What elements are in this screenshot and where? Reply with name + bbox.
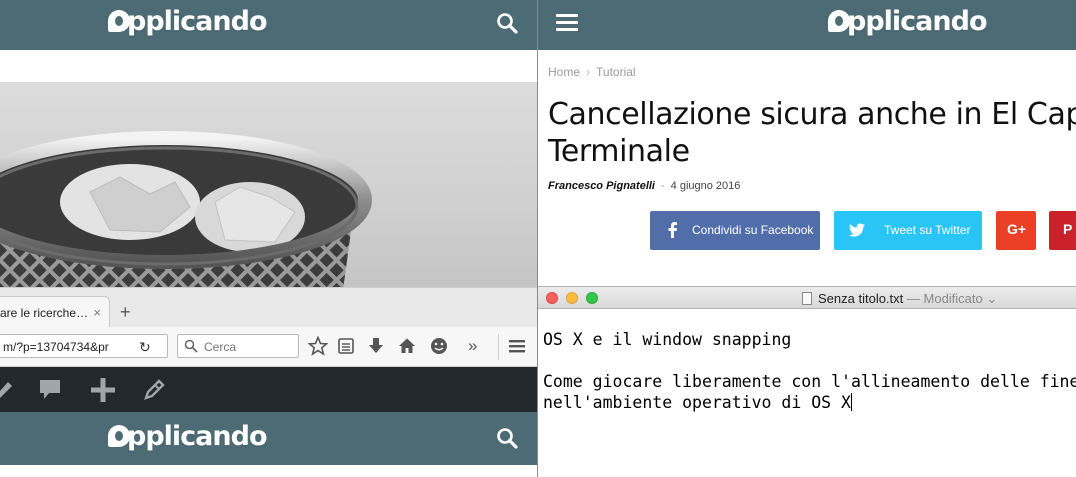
pinterest-icon: P [1063,221,1073,237]
text-line-4: nell'ambiente operativo di OS X [543,393,852,412]
search-box[interactable]: Cerca [177,334,299,358]
new-tab-button[interactable]: + [120,302,131,323]
title-chevron-down-icon: ⌄ [986,291,998,306]
logo-a-icon [108,10,130,32]
breadcrumb-tutorial[interactable]: Tutorial [596,65,636,79]
google-plus-icon: G+ [1007,221,1027,237]
share-pinterest-button[interactable]: P [1049,211,1076,250]
applicando-logo[interactable]: pplicando [108,6,267,37]
applicando-logo-bottom[interactable]: pplicando [108,421,267,452]
textedit-window: Senza titolo.txt — Modificato ⌄ OS X e i… [538,286,1076,477]
firefox-navigation-bar: m/?p=13704734&pr ↻ Cerca » [0,327,537,367]
hello-chat-icon[interactable] [429,336,449,356]
zoom-window-button[interactable] [586,292,598,304]
breadcrumb-home[interactable]: Home [548,65,580,79]
right-browser-window: pplicando Home › Tutorial Cancellazione si… [537,0,1076,477]
customize-brush-icon[interactable] [0,376,16,404]
filename: Senza titolo.txt [818,291,904,306]
site-header-top: pplicando [0,0,537,50]
publish-date: 4 giugno 2016 [670,180,741,192]
left-browser-window: pplicando are le ricerche… × + m/?p=1370… [0,0,537,477]
menu-hamburger-icon[interactable] [507,336,527,356]
textedit-titlebar[interactable]: Senza titolo.txt — Modificato ⌄ [538,287,1076,309]
menu-hamburger-icon[interactable] [556,14,578,32]
overflow-chevron-icon[interactable]: » [468,336,477,356]
reading-list-icon[interactable] [336,336,356,356]
trash-basket-illustration [0,131,372,292]
author-link[interactable]: Francesco Pignatelli [548,180,655,192]
text-line-2 [543,350,1076,371]
bookmark-star-icon[interactable] [308,336,328,356]
url-bar[interactable]: m/?p=13704734&pr ↻ [0,334,168,358]
share-facebook-button[interactable]: Condividi su Facebook [650,211,820,250]
minimize-window-button[interactable] [566,292,578,304]
share-twitter-button[interactable]: Tweet su Twitter [834,211,982,250]
site-header-bottom: pplicando [0,412,537,465]
text-line-1: OS X e il window snapping [543,330,792,349]
toolbar-divider [498,334,499,360]
share-google-plus-button[interactable]: G+ [996,211,1036,250]
search-icon[interactable] [496,12,518,34]
article-title: Cancellazione sicura anche in El Capitan… [548,97,1076,169]
tab-title: are le ricerche… [0,306,89,320]
search-magnifier-icon [184,339,198,353]
textedit-document-body[interactable]: OS X e il window snapping Come giocare li… [543,329,1076,413]
modified-status: — Modificato [903,291,983,306]
document-icon [802,292,812,305]
facebook-icon [668,222,677,238]
search-placeholder: Cerca [204,340,237,354]
search-icon[interactable] [496,427,518,449]
download-icon[interactable] [366,336,386,356]
article-byline: Francesco Pignatelli -4 giugno 2016 [548,180,741,192]
logo-a-icon [828,10,850,32]
window-title[interactable]: Senza titolo.txt — Modificato ⌄ [802,291,997,307]
url-text: m/?p=13704734&pr [3,340,109,354]
home-icon[interactable] [397,336,417,356]
firefox-tab-strip: are le ricerche… × + [0,287,537,328]
new-content-plus-icon[interactable] [89,376,117,404]
text-cursor [850,393,852,411]
breadcrumb-separator: › [586,65,591,79]
logo-a-icon [108,425,130,447]
text-line-3: Come giocare liberamente con l'allineame… [543,372,1076,391]
comments-icon[interactable] [36,376,64,404]
breadcrumb: Home › Tutorial [548,65,636,79]
article-hero-image [0,82,537,292]
firefox-tab[interactable]: are le ricerche… × [0,296,110,328]
site-header: pplicando [538,0,1076,50]
twitter-bird-icon [848,223,865,237]
wordpress-admin-bar [0,367,537,412]
tab-close-icon[interactable]: × [93,305,101,320]
close-window-button[interactable] [546,292,558,304]
edit-pencil-icon[interactable] [140,376,168,404]
applicando-logo[interactable]: pplicando [828,6,987,37]
reload-icon[interactable]: ↻ [139,339,151,356]
